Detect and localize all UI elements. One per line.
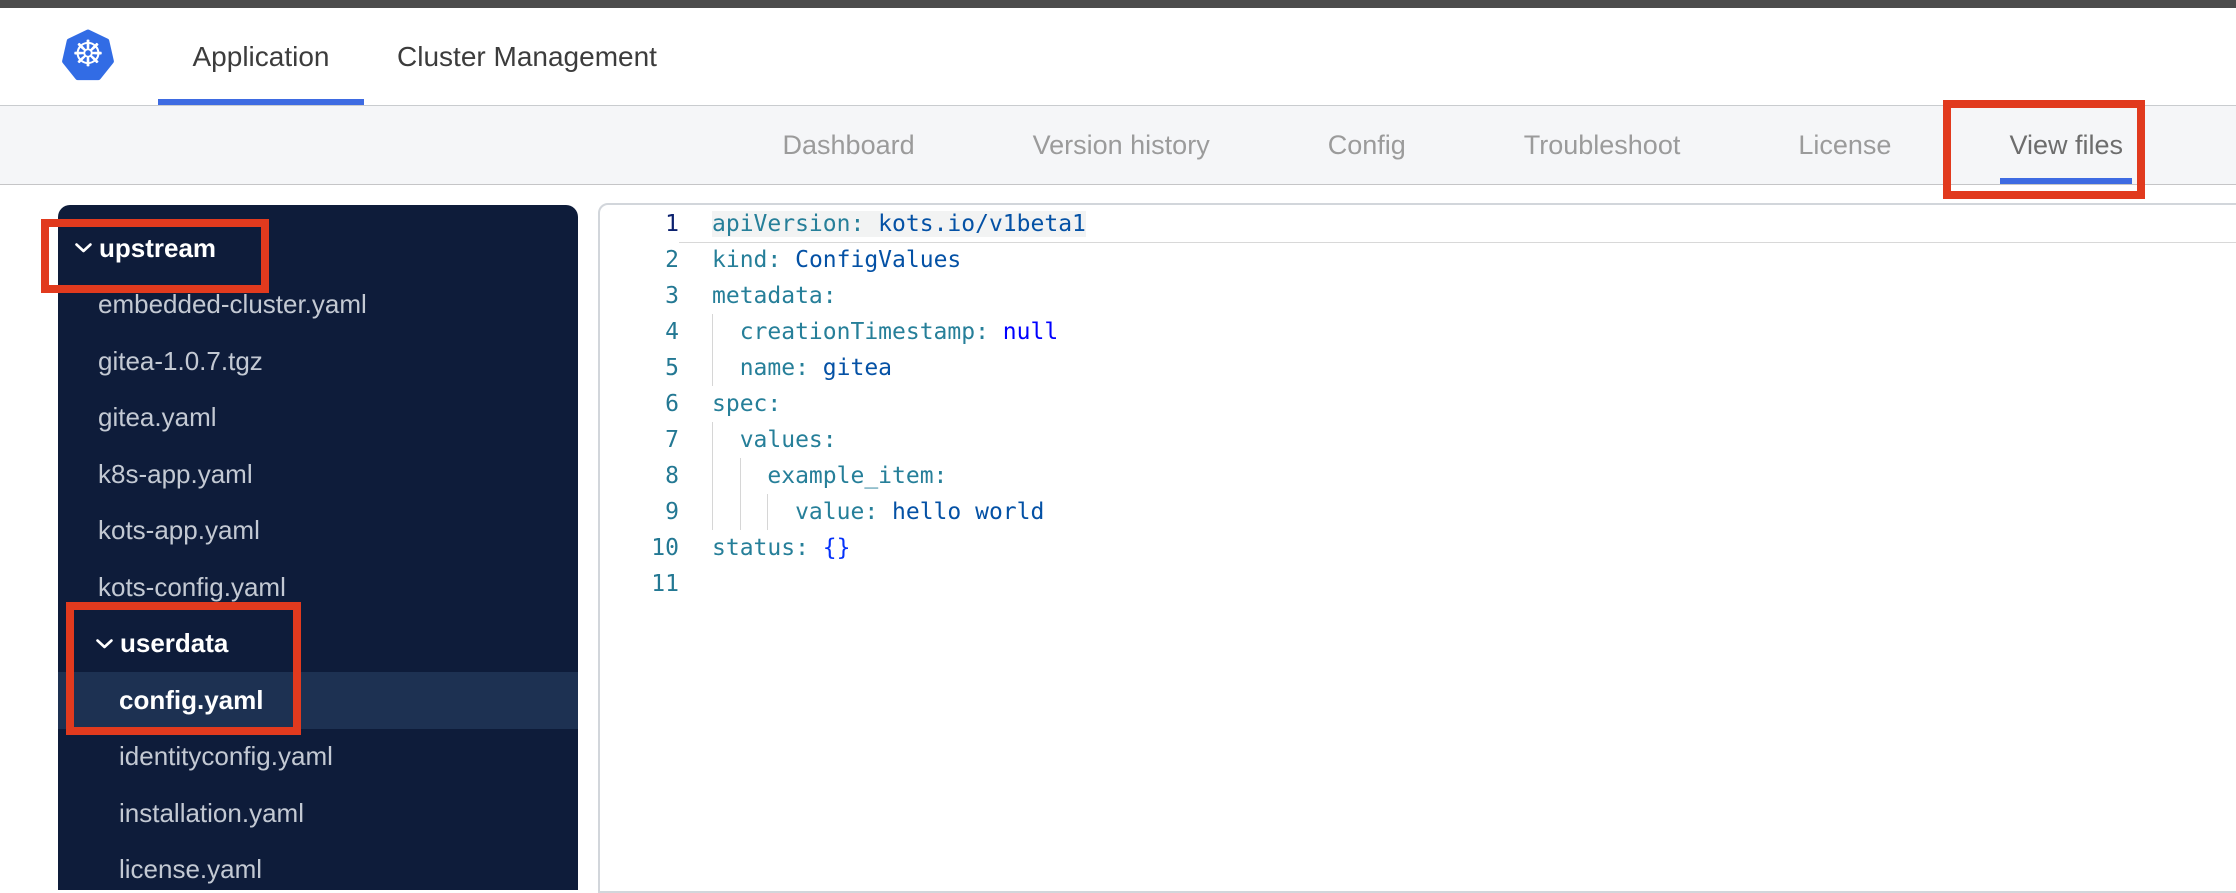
tree-item-label: gitea-1.0.7.tgz (98, 345, 263, 376)
indent-guide (712, 350, 713, 386)
indent-guide (712, 422, 713, 458)
tab-dashboard[interactable]: Dashboard (783, 106, 915, 184)
code-line-3: 3 metadata: (600, 278, 2236, 314)
indent-guide (712, 494, 713, 530)
tree-file-license.yaml[interactable]: license.yaml (58, 842, 578, 891)
code-line-6: 6 spec: (600, 386, 2236, 422)
indent-guide (712, 314, 713, 350)
kubernetes-logo: ☸ (62, 29, 114, 81)
tree-file-identityconfig.yaml[interactable]: identityconfig.yaml (58, 729, 578, 786)
line-number: 10 (651, 535, 679, 561)
code-line-10: 10 status: {} (600, 530, 2236, 566)
line-number: 6 (665, 391, 679, 417)
tree-file-kots-app.yaml[interactable]: kots-app.yaml (58, 503, 578, 560)
indent-guide (739, 494, 741, 530)
code-line-5: 5 name: gitea (600, 350, 2236, 386)
line-number: 8 (665, 463, 679, 489)
chevron-down-icon (74, 242, 93, 254)
line-number: 7 (665, 427, 679, 453)
code-line-11: 11 (600, 566, 2236, 602)
indent-guide (712, 458, 713, 494)
code-line-8: 8 example_item: (600, 458, 2236, 494)
tab-config[interactable]: Config (1328, 106, 1406, 184)
chevron-down-icon (95, 638, 114, 650)
file-tree: upstream embedded-cluster.yaml gitea-1.0.7… (58, 205, 578, 890)
tree-file-installation.yaml[interactable]: installation.yaml (58, 785, 578, 842)
tree-file-config.yaml[interactable]: config.yaml (58, 672, 578, 729)
line-number: 3 (665, 283, 679, 309)
code-lines: 1 apiVersion: kots.io/v1beta1 2 kind: Confi… (600, 206, 2236, 602)
file-viewer[interactable]: 1 apiVersion: kots.io/v1beta1 2 kind: Confi… (598, 203, 2236, 893)
tree-item-label: gitea.yaml (98, 402, 217, 433)
line-number: 1 (665, 211, 679, 237)
tree-item-label: kots-config.yaml (98, 571, 286, 602)
tree-file-gitea-1.0.7.tgz[interactable]: gitea-1.0.7.tgz (58, 333, 578, 390)
tab-cluster-management[interactable]: Cluster Management (372, 8, 682, 105)
line-number: 2 (665, 247, 679, 273)
tree-item-label: config.yaml (119, 684, 264, 715)
subnav: Dashboard Version history Config Troublesho… (0, 105, 2236, 185)
code-line-4: 4 creationTimestamp: null (600, 314, 2236, 350)
tab-license[interactable]: License (1798, 106, 1891, 184)
tree-folder-userdata[interactable]: userdata (58, 616, 578, 673)
tab-view-files[interactable]: View files (2000, 106, 2132, 184)
tree-file-k8s-app.yaml[interactable]: k8s-app.yaml (58, 446, 578, 503)
tab-troubleshoot[interactable]: Troubleshoot (1524, 106, 1681, 184)
top-nav: ☸ Application Cluster Management (0, 8, 2236, 105)
tree-folder-upstream[interactable]: upstream (58, 220, 578, 277)
tree-item-label: installation.yaml (119, 797, 304, 828)
tree-item-label: kots-app.yaml (98, 515, 260, 546)
tree-item-label: k8s-app.yaml (98, 458, 253, 489)
tree-file-kots-config.yaml[interactable]: kots-config.yaml (58, 559, 578, 616)
tab-version-history[interactable]: Version history (1033, 106, 1210, 184)
line-number: 9 (665, 499, 679, 525)
window-top-strip (0, 0, 2236, 8)
tab-application[interactable]: Application (158, 8, 364, 105)
code-line-1: 1 apiVersion: kots.io/v1beta1 (600, 206, 2236, 243)
helm-wheel-icon: ☸ (72, 34, 104, 75)
tree-file-embedded-cluster.yaml[interactable]: embedded-cluster.yaml (58, 277, 578, 334)
code-line-7: 7 values: (600, 422, 2236, 458)
tree-file-gitea.yaml[interactable]: gitea.yaml (58, 390, 578, 447)
tree-item-label: license.yaml (119, 854, 263, 885)
line-number: 4 (665, 319, 679, 345)
code-line-9: 9 value: hello world (600, 494, 2236, 530)
code-line-2: 2 kind: ConfigValues (600, 242, 2236, 278)
tree-item-label: embedded-cluster.yaml (98, 289, 367, 320)
tree-item-label: userdata (120, 628, 229, 659)
indent-guide (767, 494, 769, 530)
tree-item-label: upstream (99, 232, 217, 263)
line-number: 5 (665, 355, 679, 381)
line-number: 11 (651, 571, 679, 597)
indent-guide (739, 458, 741, 494)
tree-item-label: identityconfig.yaml (119, 741, 333, 772)
